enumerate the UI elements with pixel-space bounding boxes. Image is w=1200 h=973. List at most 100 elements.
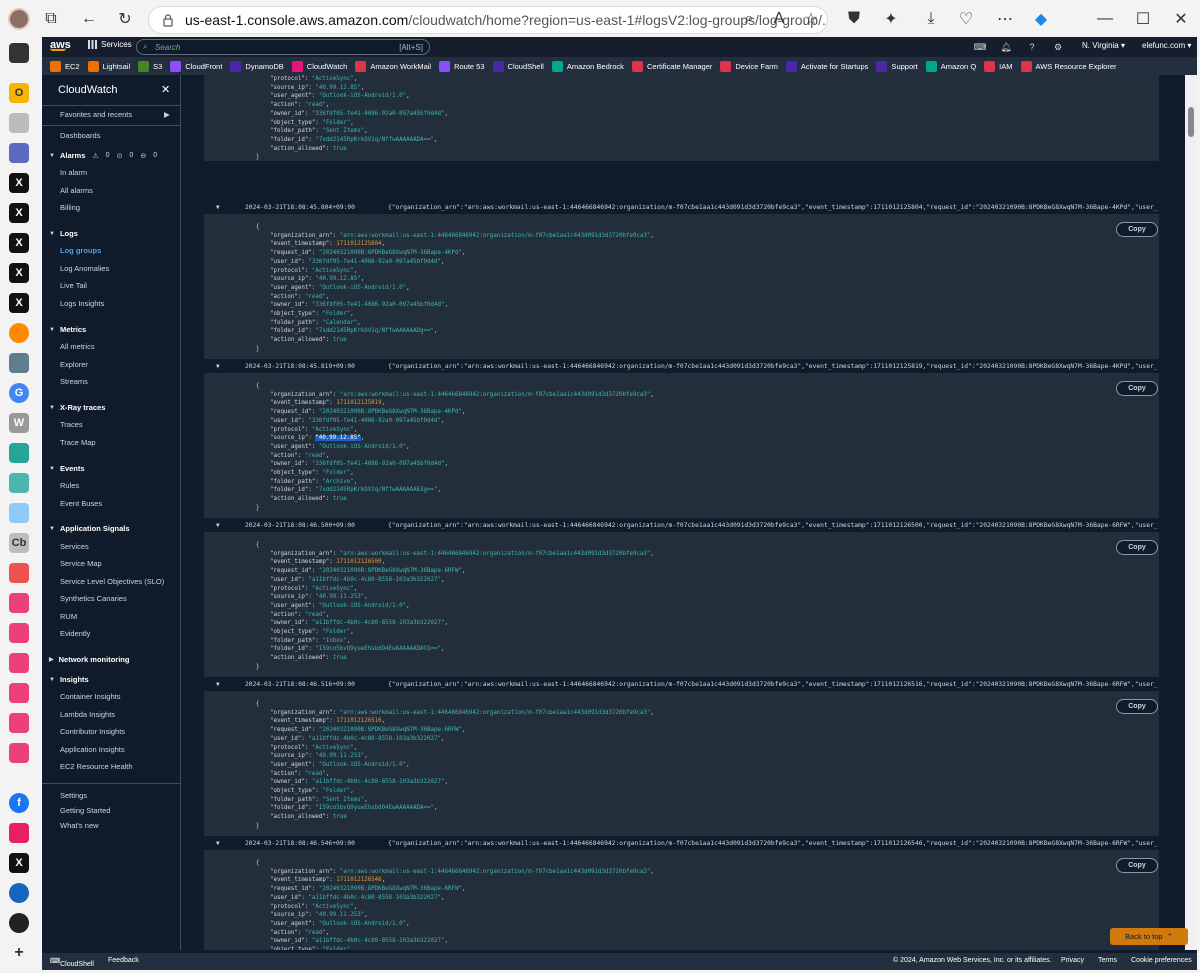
nav-explorer[interactable]: Explorer — [60, 360, 88, 369]
nav-section-events[interactable]: ▼ Events — [49, 464, 85, 473]
chevron-down-icon[interactable]: ▼ — [216, 363, 220, 370]
x-icon[interactable]: X — [9, 293, 29, 313]
nav-section-insights[interactable]: ▼ Insights — [49, 675, 89, 684]
notes-icon[interactable] — [9, 353, 29, 373]
nav-container-insights[interactable]: Container Insights — [60, 692, 120, 701]
extensions-icon[interactable]: ✦ — [880, 8, 902, 30]
favorite-route-53[interactable]: Route 53 — [439, 60, 485, 72]
nav-lambda-insights[interactable]: Lambda Insights — [60, 710, 115, 719]
nav-trace-map[interactable]: Trace Map — [60, 438, 96, 447]
add-icon[interactable]: + — [9, 943, 29, 963]
nav-getting-started[interactable]: Getting Started — [60, 806, 110, 815]
x-icon[interactable]: X — [9, 173, 29, 193]
nav-all-metrics[interactable]: All metrics — [60, 342, 95, 351]
nav-application-insights[interactable]: Application Insights — [60, 745, 125, 754]
terms-link[interactable]: Terms — [1098, 957, 1117, 964]
aws-icon[interactable] — [9, 743, 29, 763]
facebook-icon[interactable]: f — [9, 793, 29, 813]
circle-icon[interactable] — [9, 323, 29, 343]
help-icon[interactable]: ? — [1026, 41, 1038, 53]
nav-section-metrics[interactable]: ▼ Metrics — [49, 325, 86, 334]
services-button[interactable]: Services — [88, 40, 132, 49]
favorite-certificate-manager[interactable]: Certificate Manager — [631, 60, 712, 72]
address-bar[interactable]: us-east-1.console.aws.amazon.com/cloudwa… — [148, 6, 828, 34]
github-icon[interactable] — [9, 913, 29, 933]
nav-traces[interactable]: Traces — [60, 420, 83, 429]
maximize-icon[interactable]: ☐ — [1132, 8, 1154, 30]
close-icon[interactable]: ✕ — [161, 83, 170, 96]
nav-live-tail[interactable]: Live Tail — [60, 281, 87, 290]
nav-ec2-resource-health[interactable]: EC2 Resource Health — [60, 762, 133, 771]
copilot-icon[interactable]: ◆ — [1030, 8, 1052, 30]
app-icon[interactable] — [9, 503, 29, 523]
nav-section-logs[interactable]: ▼ Logs — [49, 229, 78, 238]
chevron-down-icon[interactable]: ▼ — [216, 522, 220, 529]
minimize-icon[interactable]: — — [1094, 8, 1116, 30]
profile-avatar[interactable] — [8, 8, 30, 30]
nav-all-alarms[interactable]: All alarms — [60, 186, 93, 195]
bell-icon[interactable]: 🔔︎ — [1000, 41, 1012, 53]
nav-event-buses[interactable]: Event Buses — [60, 499, 102, 508]
favorite-star-icon[interactable]: ☆ — [800, 8, 822, 30]
nav-dashboards[interactable]: Dashboards — [60, 131, 100, 140]
globe-icon[interactable] — [9, 883, 29, 903]
favorite-amazon-q[interactable]: Amazon Q — [925, 60, 976, 72]
nav-evidently[interactable]: Evidently — [60, 629, 90, 638]
nav-log-groups[interactable]: Log groups — [60, 246, 101, 255]
nav-section-network[interactable]: ▶ Network monitoring — [49, 655, 129, 664]
nav-section-application-signals[interactable]: ▼ Application Signals — [49, 524, 130, 533]
nav-rules[interactable]: Rules — [60, 481, 79, 490]
code-icon[interactable] — [9, 113, 29, 133]
feedback-link[interactable]: Feedback — [108, 957, 139, 964]
copy-button[interactable]: Copy — [1116, 540, 1158, 555]
gear-icon[interactable]: ⚙ — [1052, 41, 1064, 53]
x-icon[interactable]: X — [9, 263, 29, 283]
back-to-top-button[interactable]: Back to top ⌃ — [1110, 928, 1188, 945]
nav-service-map[interactable]: Service Map — [60, 559, 102, 568]
x-icon[interactable]: X — [9, 203, 29, 223]
docs-icon[interactable] — [9, 143, 29, 163]
favorite-ec2[interactable]: EC2 — [50, 60, 80, 72]
favorite-amazon-bedrock[interactable]: Amazon Bedrock — [551, 60, 624, 72]
account-menu[interactable]: elefunc.com ▾ — [1142, 41, 1191, 50]
cloudshell-footer-button[interactable]: ⌨ CloudShell — [50, 957, 94, 968]
aws-icon[interactable] — [9, 713, 29, 733]
aws-icon[interactable] — [9, 623, 29, 643]
nav-synthetics[interactable]: Synthetics Canaries — [60, 594, 127, 603]
search-input[interactable]: ⌕ Search [Alt+S] — [136, 39, 430, 55]
nav-whats-new[interactable]: What's new — [60, 821, 99, 830]
tabs-icon[interactable]: ⧉ — [40, 8, 62, 30]
favorite-s3[interactable]: S3 — [138, 60, 162, 72]
x-icon[interactable]: X — [9, 233, 29, 253]
region-selector[interactable]: N. Virginia ▾ — [1082, 41, 1125, 50]
copy-button[interactable]: Copy — [1116, 858, 1158, 873]
zoom-icon[interactable]: ⌕ — [738, 8, 760, 30]
log-event-row[interactable]: ▼ 2024-03-21T18:08:45.819+09:00 {"organiza… — [204, 361, 1159, 371]
download-icon[interactable]: ⤓ — [920, 8, 942, 30]
nav-services[interactable]: Services — [60, 542, 89, 551]
aws-icon[interactable] — [9, 593, 29, 613]
aws-icon[interactable] — [9, 683, 29, 703]
nav-slo[interactable]: Service Level Objectives (SLO) — [60, 577, 164, 586]
app-icon[interactable] — [9, 443, 29, 463]
app-icon[interactable] — [9, 473, 29, 493]
favorite-cloudshell[interactable]: CloudShell — [492, 60, 544, 72]
nav-contributor-insights[interactable]: Contributor Insights — [60, 727, 125, 736]
copy-button[interactable]: Copy — [1116, 222, 1158, 237]
nav-in-alarm[interactable]: In alarm — [60, 168, 87, 177]
privacy-link[interactable]: Privacy — [1061, 957, 1084, 964]
favorite-lightsail[interactable]: Lightsail — [87, 60, 130, 72]
more-icon[interactable]: ⋯ — [994, 8, 1016, 30]
nav-billing[interactable]: Billing — [60, 203, 80, 212]
shield-icon[interactable]: ⛊ — [843, 8, 865, 30]
nav-section-alarms[interactable]: ▼ Alarms ⚠ 0 ⊙ 0 ⊖ 0 — [49, 151, 157, 160]
cloudwatch-icon[interactable] — [9, 823, 29, 843]
x-icon[interactable]: X — [9, 853, 29, 873]
copy-button[interactable]: Copy — [1116, 699, 1158, 714]
log-event-row[interactable]: ▼ 2024-03-21T18:08:45.804+09:00 {"organiza… — [204, 202, 1159, 212]
mail-icon[interactable] — [9, 563, 29, 583]
nav-section-xray[interactable]: ▼ X-Ray traces — [49, 403, 105, 412]
nav-settings[interactable]: Settings — [60, 791, 87, 800]
nav-streams[interactable]: Streams — [60, 377, 88, 386]
favorite-activate-for-startups[interactable]: Activate for Startups — [785, 60, 868, 72]
